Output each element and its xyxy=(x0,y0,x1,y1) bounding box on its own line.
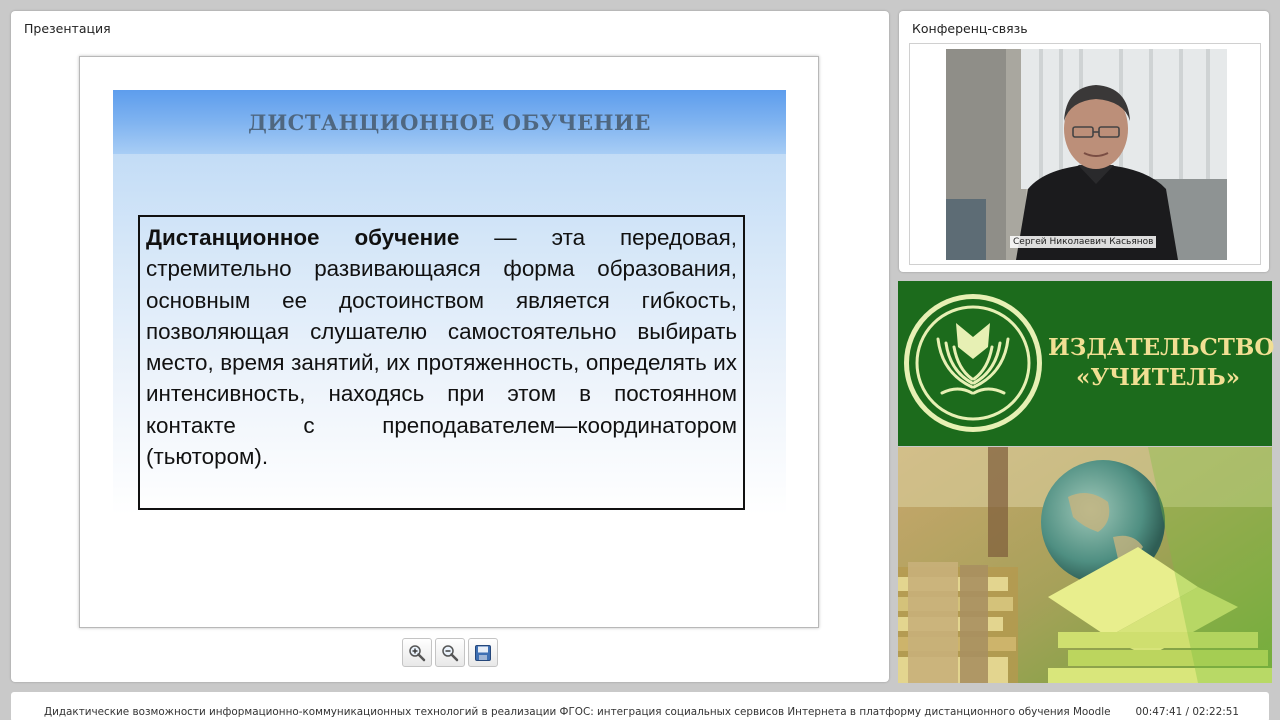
save-button[interactable] xyxy=(468,638,498,667)
speaker-video: Сергей Николаевич Касьянов xyxy=(946,49,1227,260)
zoom-out-button[interactable] xyxy=(435,638,465,667)
speaker-name-tag: Сергей Николаевич Касьянов xyxy=(1010,236,1157,248)
speaker-video-image xyxy=(946,49,1227,260)
slide-title: ДИСТАНЦИОННОЕ ОБУЧЕНИЕ xyxy=(248,110,651,135)
slide-term: Дистанционное обучение xyxy=(146,225,460,250)
publisher-name-line1: ИЗДАТЕЛЬСТВО xyxy=(1048,334,1275,361)
video-frame: Сергей Николаевич Касьянов xyxy=(909,43,1261,265)
books-globe-image xyxy=(898,447,1272,683)
publisher-name-line2: «УЧИТЕЛЬ» xyxy=(1075,364,1241,391)
zoom-out-icon xyxy=(442,644,459,661)
zoom-in-button[interactable] xyxy=(402,638,432,667)
footer-bar: Дидактические возможности информационно-… xyxy=(11,692,1269,720)
slide-toolbar xyxy=(402,638,498,667)
slide-definition: — эта передовая, стремительно развивающа… xyxy=(146,225,737,470)
presentation-panel: Презентация ДИСТАНЦИОННОЕ ОБУЧЕНИЕ Диста… xyxy=(11,11,889,682)
save-icon xyxy=(475,644,491,661)
conference-panel: Конференц-связь Сергей Николаевич Касьян… xyxy=(899,11,1269,272)
slide: ДИСТАНЦИОННОЕ ОБУЧЕНИЕ Дистанционное обу… xyxy=(79,56,819,628)
slide-definition-box: Дистанционное обучение — эта передовая, … xyxy=(138,215,745,510)
books-image-art xyxy=(898,447,1272,683)
slide-definition-text: Дистанционное обучение — эта передовая, … xyxy=(146,222,737,472)
zoom-in-icon xyxy=(409,644,426,661)
conference-panel-title: Конференц-связь xyxy=(912,21,1028,36)
playback-time: 00:47:41 / 02:22:51 xyxy=(1135,706,1239,718)
publisher-name: ИЗДАТЕЛЬСТВО «УЧИТЕЛЬ» xyxy=(1048,333,1275,393)
publisher-banner: ИЗДАТЕЛЬСТВО «УЧИТЕЛЬ» xyxy=(898,281,1275,446)
publisher-logo-icon xyxy=(904,294,1042,432)
presentation-panel-title: Презентация xyxy=(24,21,111,36)
webinar-title: Дидактические возможности информационно-… xyxy=(44,706,1111,718)
